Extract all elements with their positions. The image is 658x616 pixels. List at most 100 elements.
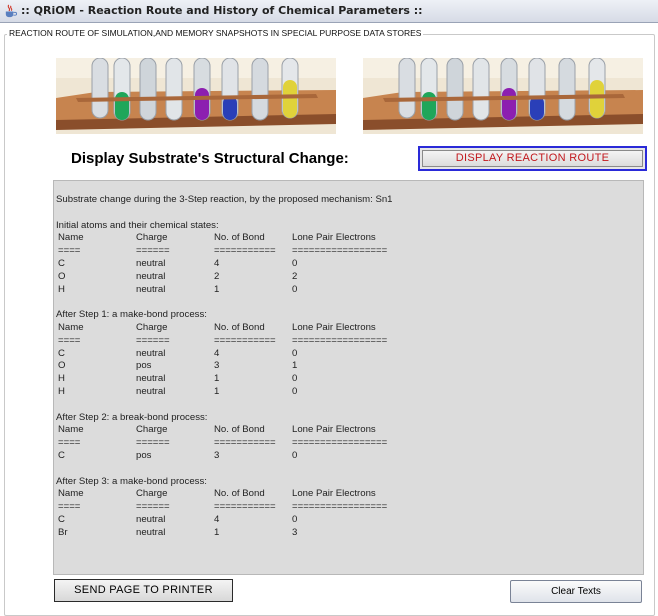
window-title: :: QRiOM - Reaction Route and History of… <box>21 4 423 17</box>
output-cell: 2 <box>292 270 298 282</box>
output-cell: 1 <box>214 526 220 538</box>
output-data-row: Br neutral 1 3 <box>56 527 616 539</box>
output-cell: Lone Pair Electrons <box>292 322 376 333</box>
output-cell: ================= <box>292 437 388 449</box>
output-cell: Br <box>58 526 68 538</box>
output-data-row: Cneutral 4 0 <box>56 258 616 270</box>
output-data-row: Hneutral 1 0 <box>56 284 616 296</box>
output-cell: 2 <box>214 270 220 282</box>
output-cell: No. of Bond <box>214 424 265 436</box>
output-line: After Step 3: a make-bond process: <box>56 475 207 487</box>
panel-legend: REACTION ROUTE OF SIMULATION,AND MEMORY … <box>7 28 424 38</box>
output-data-row: Cneutral 4 0 <box>56 348 616 360</box>
output-cell: Lone Pair Electrons <box>292 424 376 436</box>
output-cell: 0 <box>292 450 298 461</box>
output-cell: 3 <box>214 360 220 372</box>
output-cell: =========== <box>214 334 276 346</box>
output-cell: Charge <box>136 488 168 500</box>
output-cell: 0 <box>292 283 298 295</box>
output-header-row: Name Charge No. of Bond Lone Pair Electrons <box>56 424 616 436</box>
output-cell: Lone Pair Electrons <box>292 232 376 244</box>
output-separator-row: ==== ====== =========== ================= <box>56 437 616 449</box>
output-cell: neutral <box>136 373 166 385</box>
output-separator-row: ==== ====== =========== ================= <box>56 245 616 257</box>
output-data-row: Hneutral 1 0 <box>56 373 616 385</box>
output-cell: 3 <box>292 526 298 538</box>
output-cell: H <box>58 386 65 397</box>
output-cell: Lone Pair Electrons <box>292 488 376 500</box>
display-reaction-route-button[interactable]: DISPLAY REACTION ROUTE <box>418 146 647 171</box>
output-data-row: Oneutral 2 2 <box>56 271 616 283</box>
button-label: Clear Texts <box>551 586 601 597</box>
output-cell: Name <box>58 488 84 500</box>
output-cell: pos <box>136 450 152 461</box>
java-coffee-icon <box>5 4 17 18</box>
structural-change-heading: Display Substrate's Structural Change: <box>71 150 349 167</box>
output-cell: Name <box>58 322 84 333</box>
output-line: Substrate change during the 3-Step react… <box>56 194 393 205</box>
output-cell: ====== <box>136 437 170 449</box>
output-cell: Charge <box>136 424 168 436</box>
output-line: After Step 1: a make-bond process: <box>56 309 207 321</box>
output-cell: C <box>58 258 65 269</box>
output-data-row: Cpos 3 0 <box>56 450 616 462</box>
reaction-output-textarea[interactable]: Substrate change during the 3-Step react… <box>53 180 644 575</box>
output-cell: 0 <box>292 258 298 269</box>
output-cell: 1 <box>214 373 220 385</box>
output-cell: ================= <box>292 501 388 513</box>
output-cell: ==== <box>58 334 81 346</box>
output-cell: neutral <box>136 347 166 359</box>
output-cell: C <box>58 514 65 525</box>
output-cell: neutral <box>136 514 166 525</box>
output-cell: pos <box>136 360 152 372</box>
output-cell: O <box>58 360 66 372</box>
output-cell: neutral <box>136 386 166 397</box>
output-cell: 4 <box>214 258 220 269</box>
output-cell: neutral <box>136 270 166 282</box>
output-cell: 4 <box>214 347 220 359</box>
output-cell: ================= <box>292 334 388 346</box>
test-tubes-image-left <box>56 58 336 134</box>
output-cell: =========== <box>214 437 276 449</box>
clear-texts-button[interactable]: Clear Texts <box>510 580 642 603</box>
output-cell: ================= <box>292 245 388 257</box>
button-label: DISPLAY REACTION ROUTE <box>455 152 610 164</box>
output-cell: H <box>58 373 65 385</box>
output-data-row: Hneutral 1 0 <box>56 386 616 398</box>
output-line: After Step 2: a break-bond process: <box>56 411 208 423</box>
output-cell: =========== <box>214 245 276 257</box>
output-cell: 0 <box>292 347 298 359</box>
output-cell: =========== <box>214 501 276 513</box>
output-cell: No. of Bond <box>214 232 265 244</box>
output-line: Initial atoms and their chemical states: <box>56 219 219 231</box>
output-header-row: Name Charge No. of Bond Lone Pair Electrons <box>56 232 616 244</box>
output-cell: ====== <box>136 245 170 257</box>
output-cell: neutral <box>136 258 166 269</box>
output-cell: ====== <box>136 334 170 346</box>
output-cell: 1 <box>214 283 220 295</box>
output-cell: C <box>58 450 65 461</box>
title-bar: :: QRiOM - Reaction Route and History of… <box>0 0 658 23</box>
output-cell: No. of Bond <box>214 488 265 500</box>
output-separator-row: ==== ====== =========== ================= <box>56 501 616 513</box>
output-data-row: Cneutral 4 0 <box>56 514 616 526</box>
output-cell: ==== <box>58 245 81 257</box>
output-cell: 1 <box>292 360 298 372</box>
output-cell: Charge <box>136 232 168 244</box>
send-to-printer-button[interactable]: SEND PAGE TO PRINTER <box>54 579 233 602</box>
output-cell: 4 <box>214 514 220 525</box>
output-cell: H <box>58 283 65 295</box>
output-cell: 0 <box>292 514 298 525</box>
output-cell: ==== <box>58 501 81 513</box>
output-data-row: Opos 3 1 <box>56 360 616 372</box>
output-cell: Charge <box>136 322 168 333</box>
output-cell: C <box>58 347 65 359</box>
button-label: SEND PAGE TO PRINTER <box>74 584 213 596</box>
output-cell: ====== <box>136 501 170 513</box>
output-header-row: Name Charge No. of Bond Lone Pair Electrons <box>56 322 616 334</box>
output-cell: Name <box>58 424 84 436</box>
output-cell: neutral <box>136 283 166 295</box>
output-separator-row: ==== ====== =========== ================= <box>56 335 616 347</box>
test-tubes-image-right <box>363 58 643 134</box>
output-cell: O <box>58 270 66 282</box>
